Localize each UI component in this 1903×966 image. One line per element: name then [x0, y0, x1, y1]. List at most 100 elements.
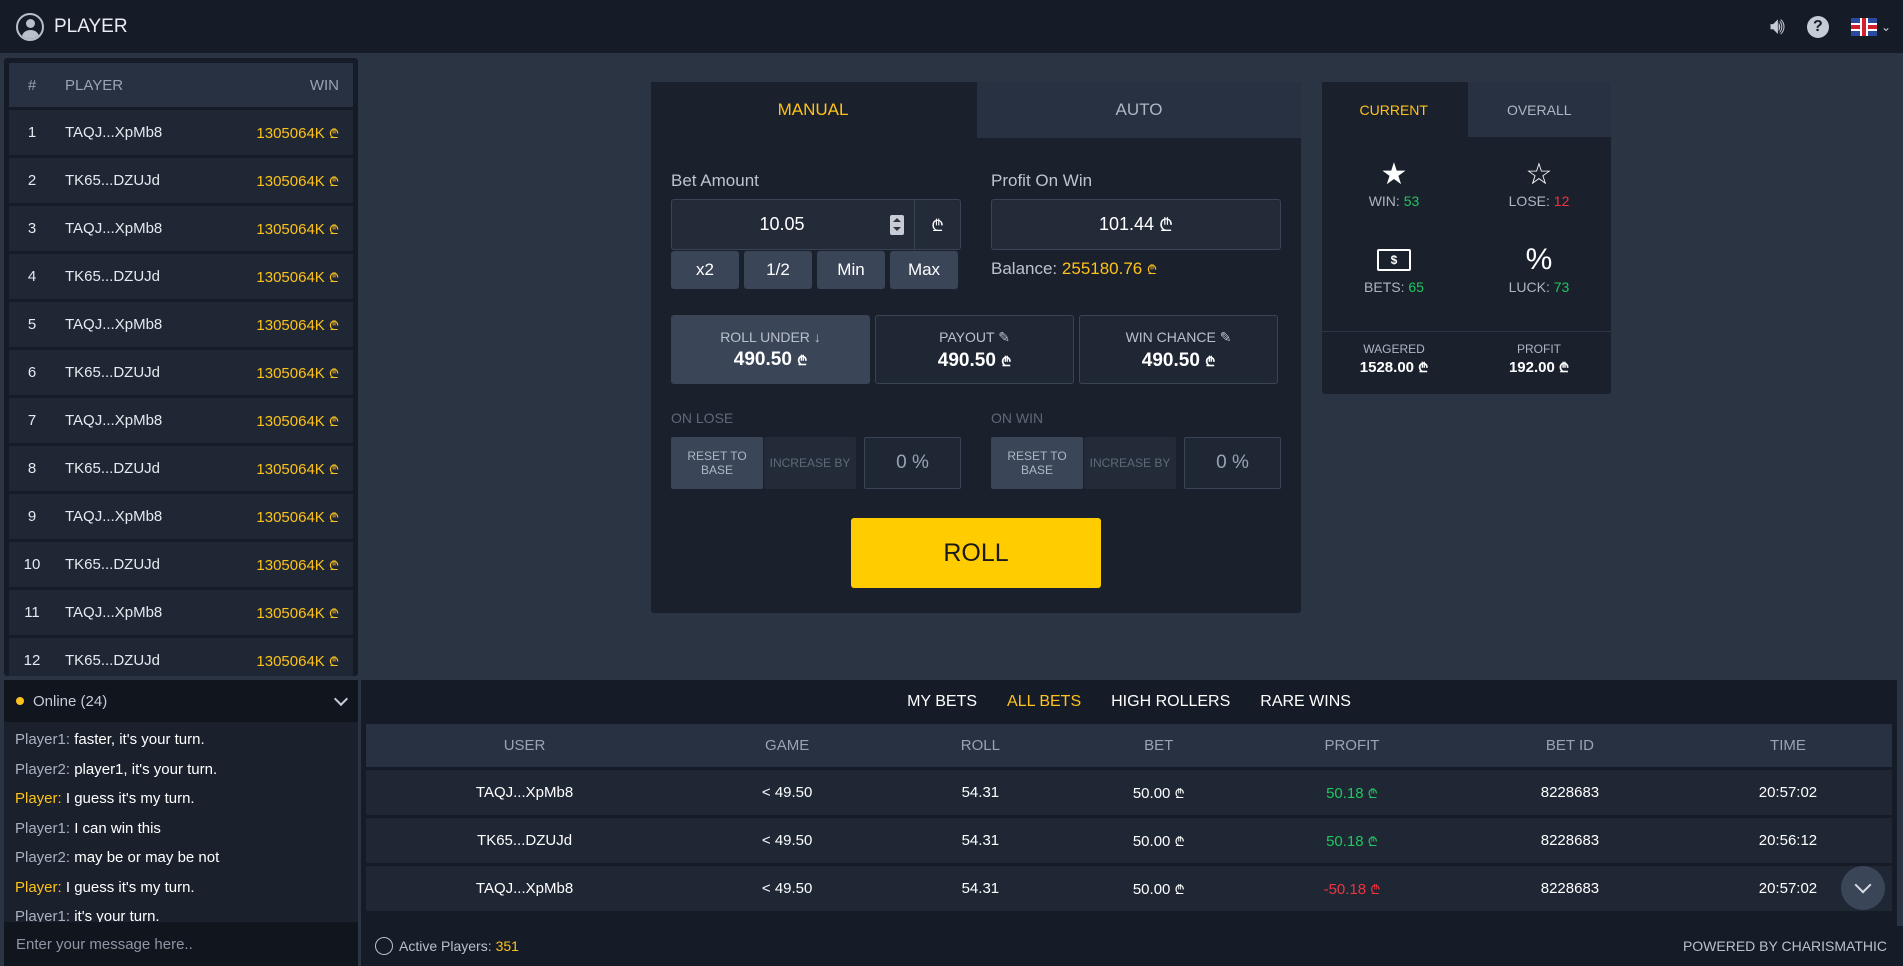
- star-filled-icon: ★: [1380, 157, 1408, 191]
- on-win-increase-button[interactable]: INCREASE BY: [1084, 437, 1176, 489]
- on-lose-percent-input[interactable]: 0 %: [864, 437, 961, 489]
- win-amount: 1305064K ₾: [256, 556, 339, 574]
- chat-message: Player2: may be or may be not: [15, 848, 347, 878]
- header-bet-id: BET ID: [1545, 737, 1594, 754]
- tab-current[interactable]: CURRENT: [1322, 82, 1466, 137]
- rank: 1: [27, 124, 37, 141]
- on-lose-reset-button[interactable]: RESET TO BASE: [671, 437, 763, 489]
- stepper-icon[interactable]: [890, 215, 904, 235]
- lose-stat: ☆ LOSE: 12: [1467, 157, 1611, 210]
- chat-messages[interactable]: Player1: faster, it's your turn. Player2:…: [4, 722, 358, 922]
- bet-game: < 49.50: [761, 784, 813, 801]
- chat-author: Player2:: [15, 849, 71, 866]
- header-game: GAME: [765, 737, 810, 754]
- language-selector[interactable]: ⌄: [1850, 17, 1891, 36]
- chat-message: Player: I guess it's my turn.: [15, 789, 347, 819]
- leaderboard-row: 11 TAQJ...XpMb8 1305064K ₾: [9, 590, 353, 635]
- online-count: Online (24): [33, 692, 108, 710]
- on-win-percent-input[interactable]: 0 %: [1184, 437, 1281, 489]
- tab-my-bets[interactable]: MY BETS: [907, 693, 977, 711]
- rank: 8: [27, 460, 37, 477]
- tab-high-rollers[interactable]: HIGH ROLLERS: [1111, 693, 1230, 711]
- currency-icon: ₾: [328, 269, 339, 285]
- leaderboard-row: 8 TK65...DZUJd 1305064K ₾: [9, 446, 353, 491]
- chat-message: Player2: player1, it's your turn.: [15, 760, 347, 790]
- rank: 12: [23, 652, 41, 669]
- payout-box[interactable]: PAYOUT ✎ 490.50 ₾: [875, 315, 1074, 384]
- leaderboard-header: # PLAYER WIN: [9, 63, 353, 107]
- tab-overall[interactable]: OVERALL: [1467, 82, 1611, 137]
- win-chance-value: 490.50: [1141, 350, 1200, 371]
- win-chance-box[interactable]: WIN CHANCE ✎ 490.50 ₾: [1079, 315, 1278, 384]
- win-amount: 1305064K ₾: [256, 172, 339, 190]
- chat-text: player1, it's your turn.: [74, 760, 218, 778]
- bets-stat: $ BETS: 65: [1322, 243, 1466, 295]
- player-name: TK65...DZUJd: [65, 460, 161, 477]
- bet-amount: 50.00 ₾: [1132, 784, 1185, 802]
- bet-row[interactable]: TAQJ...XpMb8 < 49.50 54.31 50.00 ₾ -50.18 ₾ 8…: [366, 866, 1892, 911]
- payout-title: PAYOUT: [939, 329, 995, 345]
- max-button[interactable]: Max: [890, 251, 958, 289]
- bet-time: 20:56:12: [1758, 832, 1818, 849]
- on-lose-increase-button[interactable]: INCREASE BY: [764, 437, 856, 489]
- chat-message: Player: I guess it's my turn.: [15, 878, 347, 908]
- currency-icon: ₾: [328, 605, 339, 621]
- chat-message: Player1: faster, it's your turn.: [15, 730, 347, 760]
- chevron-down-icon[interactable]: [333, 691, 349, 707]
- tab-all-bets[interactable]: ALL BETS: [1007, 693, 1081, 711]
- currency-icon: ₾: [328, 557, 339, 573]
- win-amount: 1305064K ₾: [256, 604, 339, 622]
- roll-button[interactable]: ROLL: [851, 518, 1101, 588]
- pencil-icon: ✎: [998, 329, 1010, 345]
- header-user: USER: [503, 737, 546, 754]
- user-avatar-icon: [16, 12, 44, 41]
- user-profile[interactable]: PLAYER: [16, 12, 128, 41]
- rank: 9: [27, 508, 37, 525]
- lose-label: LOSE:: [1508, 193, 1550, 209]
- on-win-label: ON WIN: [991, 410, 1044, 426]
- scroll-down-button[interactable]: [1841, 866, 1885, 910]
- currency-icon: ₾: [797, 353, 808, 368]
- profit-value: 101.44: [1099, 214, 1155, 234]
- currency-icon: ₾: [1418, 360, 1429, 375]
- bet-row[interactable]: TAQJ...XpMb8 < 49.50 54.31 50.00 ₾ 50.18 ₾ 82…: [366, 770, 1892, 815]
- profit-stat-value: 192.00: [1508, 359, 1555, 376]
- win-amount: 1305064K ₾: [256, 220, 339, 238]
- win-label: WIN:: [1368, 193, 1400, 209]
- chat-input[interactable]: Enter your message here..: [4, 922, 358, 966]
- win-amount: 1305064K ₾: [256, 460, 339, 478]
- help-icon[interactable]: ?: [1806, 15, 1829, 38]
- win-chance-title: WIN CHANCE: [1125, 329, 1216, 345]
- bet-amount: 50.00 ₾: [1132, 832, 1185, 850]
- win-stat: ★ WIN: 53: [1322, 157, 1466, 210]
- player-name: TK65...DZUJd: [65, 172, 161, 189]
- profit-stat: PROFIT 192.00 ₾: [1467, 342, 1611, 376]
- currency-icon: ₾: [328, 317, 339, 333]
- chat-text: may be or may be not: [74, 849, 220, 866]
- roll-under-toggle[interactable]: ROLL UNDER ↓ 490.50 ₾: [671, 315, 870, 384]
- tab-auto[interactable]: AUTO: [977, 82, 1301, 138]
- on-win-reset-button[interactable]: RESET TO BASE: [991, 437, 1083, 489]
- bet-row[interactable]: TK65...DZUJd < 49.50 54.31 50.00 ₾ 50.18 ₾ 82…: [366, 818, 1892, 863]
- profit-on-win-field: 101.44 ₾: [991, 199, 1281, 250]
- bet-amount-value: 10.05: [759, 214, 805, 234]
- tab-manual[interactable]: MANUAL: [651, 82, 975, 138]
- player-name: TAQJ...XpMb8: [65, 412, 163, 429]
- rank: 11: [24, 604, 40, 621]
- currency-icon: ₾: [1174, 833, 1185, 849]
- chat-text: I guess it's my turn.: [65, 878, 195, 896]
- chat-header[interactable]: Online (24): [4, 680, 358, 722]
- balance: Balance: 255180.76 ₾: [991, 259, 1157, 279]
- double-button[interactable]: x2: [671, 251, 739, 289]
- currency-icon[interactable]: ₾: [914, 200, 960, 249]
- bet-roll: 54.31: [961, 880, 1000, 897]
- bet-profit: -50.18 ₾: [1323, 880, 1381, 898]
- bet-amount-field[interactable]: 10.05 ₾: [671, 199, 961, 250]
- player-name: TAQJ...XpMb8: [65, 124, 163, 141]
- leaderboard-row: 1 TAQJ...XpMb8 1305064K ₾: [9, 110, 353, 155]
- min-button[interactable]: Min: [817, 251, 885, 289]
- currency-icon: ₾: [1147, 262, 1158, 277]
- tab-rare-wins[interactable]: RARE WINS: [1260, 693, 1351, 711]
- half-button[interactable]: 1/2: [744, 251, 812, 289]
- sound-icon[interactable]: 🔊︎: [1770, 13, 1785, 41]
